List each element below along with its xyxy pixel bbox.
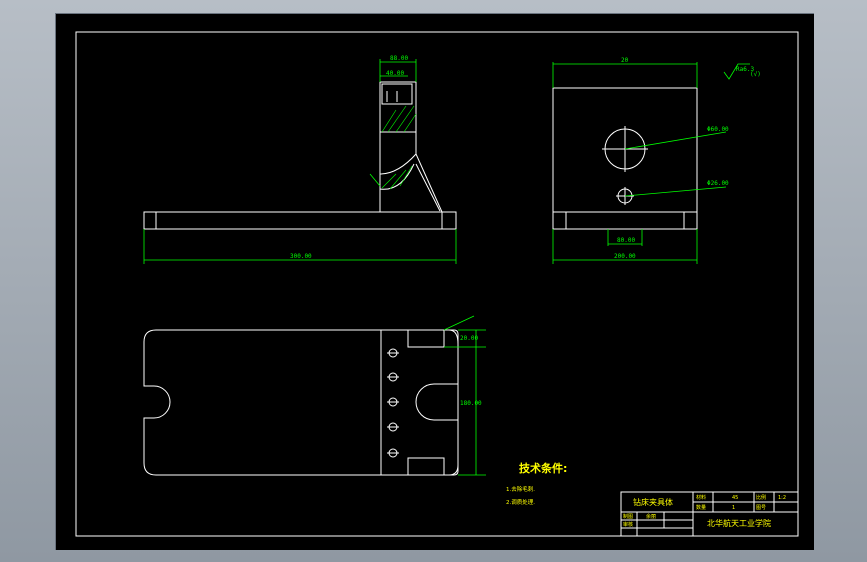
notes-title: 技术条件:: [519, 461, 567, 475]
hole-large-label: Φ60.00: [707, 126, 729, 133]
scale-label: 比例: [756, 494, 766, 501]
border-frame: [75, 31, 799, 537]
quantity-label: 数量: [696, 504, 706, 511]
dim-side-bottom: 200.00: [614, 253, 636, 260]
dim-plan-top: 20.00: [460, 335, 478, 342]
material-label: 材料: [696, 494, 706, 501]
school-name: 北华航天工业学院: [707, 518, 771, 528]
cad-drawing: 88.00 40.00 300.00 Φ60.00 Φ26.00 20 80.0…: [75, 31, 799, 537]
dim-side-top: 20: [621, 57, 629, 64]
dim-slot: 40.00: [386, 70, 404, 77]
title-block: 钻床夹具体 材料 45 比例 1:2 数量 1 图号 制图 余丽 审核 北华航天…: [620, 491, 799, 537]
dim-plan-height: 180.00: [460, 400, 482, 407]
hole-small-label: Φ26.00: [707, 180, 729, 187]
checked-label: 审核: [623, 521, 633, 528]
drawing-name: 钻床夹具体: [633, 497, 673, 507]
drawn-label: 制图: [623, 513, 633, 520]
scale-value: 1:2: [778, 495, 786, 501]
technical-notes: 技术条件: 1.去除毛刺. 2.调质处理.: [506, 461, 567, 506]
drawn-value: 余丽: [646, 513, 656, 520]
side-view: Φ60.00 Φ26.00 20 80.00 200.00 Ra6.3 (√): [552, 57, 761, 264]
note-item-2: 2.调质处理.: [506, 498, 535, 506]
dim-upright: 88.00: [390, 55, 408, 62]
drawing-no-label: 图号: [756, 505, 766, 511]
quantity-value: 1: [732, 505, 735, 511]
dim-total-width: 300.00: [290, 253, 312, 260]
material-value: 45: [732, 495, 738, 501]
front-view: 88.00 40.00 300.00: [143, 55, 457, 264]
plan-view: 180.00 20.00: [143, 315, 486, 476]
drawing-canvas[interactable]: 88.00 40.00 300.00 Φ60.00 Φ26.00 20 80.0…: [55, 13, 814, 550]
plan-holes: [387, 348, 399, 458]
roughness-note: (√): [750, 71, 761, 78]
note-item-1: 1.去除毛刺.: [506, 485, 535, 493]
dim-side-inner: 80.00: [617, 237, 635, 244]
